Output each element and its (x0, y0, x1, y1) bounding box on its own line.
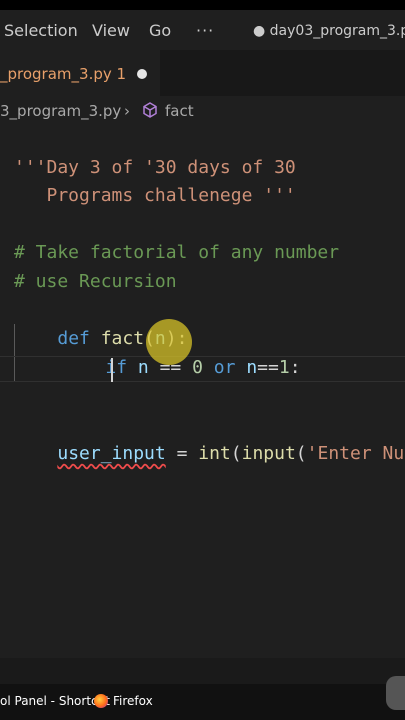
firefox-icon[interactable] (94, 694, 108, 708)
status-bar (0, 658, 405, 684)
unsaved-dot-icon[interactable] (137, 69, 147, 79)
docstring-start: '''Day 3 of '30 days of 30 (14, 157, 296, 178)
num-one: 1 (278, 357, 290, 378)
builtin-input: input (241, 443, 296, 464)
menu-selection[interactable]: Selection (4, 21, 78, 40)
code-line-4: # Take factorial of any number (0, 211, 339, 263)
docstring-end: Programs challenege ''' (14, 185, 296, 206)
comment-line: # use Recursion (14, 271, 177, 292)
code-line-2: Programs challenege ''' (0, 154, 296, 206)
code-line-5: # use Recursion (0, 240, 177, 292)
op-eq: == (257, 357, 279, 378)
var-n: n (246, 357, 258, 378)
mouse-cursor-highlight (146, 319, 192, 365)
paren: ( (230, 443, 242, 464)
text-caret (111, 358, 113, 382)
breadcrumb-file[interactable]: 3_program_3.py (0, 102, 121, 120)
breadcrumb-symbol[interactable]: fact (165, 102, 194, 120)
menu-bar: Selection View Go ··· ● day03_program_3.… (0, 10, 405, 50)
colon: : (289, 357, 301, 378)
comment-line: # Take factorial of any number (14, 242, 340, 263)
taskbar: ol Panel - Shortcut Firefox (0, 684, 405, 720)
editor-tab[interactable]: _program_3.py 1 (0, 50, 160, 97)
prompt-string: 'Enter Nur (306, 443, 405, 464)
taskbar-firefox[interactable]: Firefox (113, 694, 153, 708)
tray-overlay (386, 676, 405, 710)
cube-icon (141, 101, 159, 123)
breadcrumb: 3_program_3.py › fact (0, 96, 405, 126)
tab-label: _program_3.py 1 (0, 65, 127, 83)
op-assign: = (165, 443, 199, 464)
var-n: n (137, 357, 149, 378)
code-line-11: user_input = int(input('Enter Nur (14, 412, 405, 464)
keyword-if: if (105, 357, 128, 378)
var-user-input: user_input (57, 443, 166, 464)
paren: ( (295, 443, 307, 464)
code-line-1: '''Day 3 of '30 days of 30 (0, 126, 296, 178)
builtin-int: int (198, 443, 231, 464)
num-zero: 0 (192, 357, 203, 378)
more-menu-button[interactable]: ··· (196, 21, 214, 40)
tab-bar: _program_3.py 1 (0, 50, 405, 97)
code-editor[interactable]: '''Day 3 of '30 days of 30 Programs chal… (0, 126, 405, 658)
top-strip (0, 0, 405, 10)
menu-go[interactable]: Go (149, 21, 171, 40)
menu-view[interactable]: View (92, 21, 130, 40)
breadcrumb-separator: › (124, 102, 130, 120)
keyword-or: or (213, 357, 236, 378)
window-title: ● day03_program_3.py (253, 23, 405, 39)
